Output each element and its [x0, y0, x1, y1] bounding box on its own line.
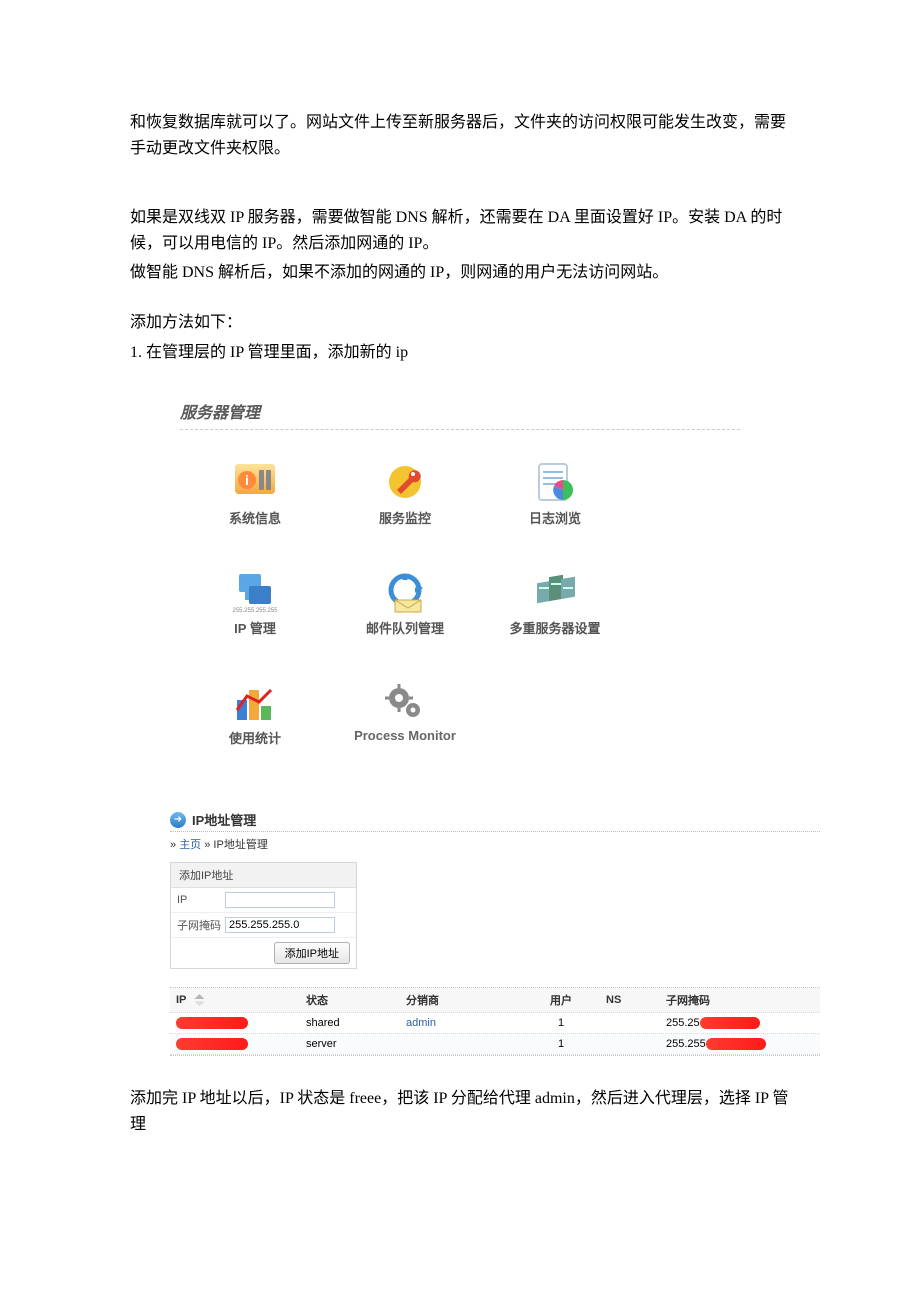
menu-item-usage-stats[interactable]: 使用统计	[180, 670, 330, 780]
gears-icon	[383, 680, 427, 724]
breadcrumb-current: IP地址管理	[213, 839, 267, 851]
sort-icon	[194, 994, 204, 1006]
ip-label: IP	[177, 894, 225, 906]
stats-icon	[233, 680, 277, 724]
add-ip-form: 添加IP地址 IP 子网掩码 添加IP地址	[170, 862, 357, 969]
menu-item-system-info[interactable]: i 系统信息	[180, 450, 330, 560]
paragraph: 和恢复数据库就可以了。网站文件上传至新服务器后，文件夹的访问权限可能发生改变，需…	[130, 110, 800, 161]
ip-management-panel: ➜ IP地址管理 » 主页 » IP地址管理 添加IP地址 IP 子网掩码 添加…	[170, 810, 820, 1056]
menu-item-log-view[interactable]: 日志浏览	[480, 450, 630, 560]
paragraph: 做智能 DNS 解析后，如果不添加的网通的 IP，则网通的用户无法访问网站。	[130, 260, 800, 286]
cell-mask: 255.255	[666, 1038, 786, 1050]
ip-table: IP 状态 分销商 用户 NS 子网掩码 shared admin 1 255.…	[170, 987, 820, 1056]
ip-icon: 255.255.255.255	[233, 570, 277, 614]
mask-label: 子网掩码	[177, 917, 225, 933]
menu-item-mail-queue[interactable]: 邮件队列管理	[330, 560, 480, 670]
paragraph: 添加方法如下：	[130, 310, 800, 336]
cell-status: shared	[306, 1017, 406, 1029]
ip-input[interactable]	[225, 892, 335, 908]
info-icon: i	[233, 460, 277, 504]
arrow-icon: ➜	[170, 812, 186, 828]
svg-text:i: i	[245, 472, 249, 488]
redacted-ip	[176, 1017, 248, 1029]
log-icon	[533, 460, 577, 504]
menu-label: 日志浏览	[529, 508, 581, 527]
redacted-mask	[700, 1017, 760, 1029]
redacted-mask	[706, 1038, 766, 1050]
section-title: IP地址管理	[192, 810, 256, 829]
icon-grid: i 系统信息 服务监控 日志浏览 255.255.255.255	[180, 450, 740, 780]
form-title: 添加IP地址	[171, 863, 356, 888]
table-row: server 1 255.255	[170, 1034, 820, 1055]
col-reseller[interactable]: 分销商	[406, 992, 516, 1008]
menu-item-process-monitor[interactable]: Process Monitor	[330, 670, 480, 780]
menu-label: IP 管理	[234, 618, 276, 637]
section-header: ➜ IP地址管理	[170, 810, 820, 832]
servers-icon	[533, 570, 577, 614]
cell-status: server	[306, 1038, 406, 1050]
menu-label: Process Monitor	[354, 728, 456, 743]
redacted-ip	[176, 1038, 248, 1050]
breadcrumb-home[interactable]: 主页	[179, 839, 201, 851]
paragraph: 如果是双线双 IP 服务器，需要做智能 DNS 解析，还需要在 DA 里面设置好…	[130, 205, 800, 256]
menu-label: 使用统计	[229, 728, 281, 747]
cell-user: 1	[516, 1017, 606, 1029]
mail-queue-icon	[383, 570, 427, 614]
mask-input[interactable]	[225, 917, 335, 933]
panel-title: 服务器管理	[180, 395, 740, 430]
menu-item-ip-management[interactable]: 255.255.255.255 IP 管理	[180, 560, 330, 670]
menu-label: 系统信息	[229, 508, 281, 527]
table-row: shared admin 1 255.25	[170, 1013, 820, 1034]
paragraph: 添加完 IP 地址以后，IP 状态是 freee，把该 IP 分配给代理 adm…	[130, 1086, 800, 1137]
wrench-icon	[383, 460, 427, 504]
server-management-panel: 服务器管理 i 系统信息 服务监控 日志浏览	[180, 395, 740, 780]
col-user[interactable]: 用户	[516, 992, 606, 1008]
breadcrumb: » 主页 » IP地址管理	[170, 832, 820, 862]
menu-item-multi-server[interactable]: 多重服务器设置	[480, 560, 630, 670]
menu-label: 多重服务器设置	[509, 618, 600, 637]
col-ip[interactable]: IP	[176, 994, 306, 1006]
menu-item-service-monitor[interactable]: 服务监控	[330, 450, 480, 560]
col-status[interactable]: 状态	[306, 992, 406, 1008]
add-ip-button[interactable]: 添加IP地址	[274, 942, 350, 964]
col-mask[interactable]: 子网掩码	[666, 992, 786, 1008]
svg-text:255.255.255.255: 255.255.255.255	[233, 608, 277, 614]
col-ns[interactable]: NS	[606, 994, 666, 1006]
table-header-row: IP 状态 分销商 用户 NS 子网掩码	[170, 988, 820, 1013]
menu-label: 邮件队列管理	[366, 618, 444, 637]
cell-user: 1	[516, 1038, 606, 1050]
list-item: 1. 在管理层的 IP 管理里面，添加新的 ip	[130, 340, 800, 366]
menu-label: 服务监控	[379, 508, 431, 527]
cell-reseller[interactable]: admin	[406, 1017, 516, 1029]
cell-mask: 255.25	[666, 1017, 786, 1029]
